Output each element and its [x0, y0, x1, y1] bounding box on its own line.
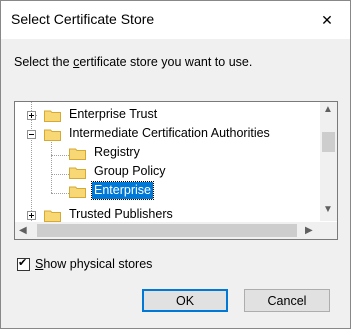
instruction-text-part2: ertificate store you want to use.	[79, 55, 253, 69]
tree-item-group-policy[interactable]: Group Policy	[15, 163, 315, 182]
folder-icon	[69, 148, 86, 160]
title-bar: Select Certificate Store ✕	[1, 1, 350, 39]
expand-icon[interactable]	[27, 211, 36, 220]
dialog-window: Select Certificate Store ✕ Select the ce…	[0, 0, 351, 329]
checkmark-icon: ✔	[18, 257, 28, 269]
vertical-scrollbar[interactable]: ▲ ▼	[320, 102, 337, 221]
ok-button[interactable]: OK	[142, 289, 228, 312]
ok-button-label: OK	[175, 293, 195, 308]
scrollbar-corner	[320, 222, 337, 239]
instruction-text: Select the certificate store you want to…	[14, 55, 252, 69]
show-physical-stores-checkbox[interactable]: ✔	[17, 257, 30, 271]
close-icon: ✕	[321, 11, 333, 28]
tree-item-enterprise[interactable]: Enterprise	[15, 181, 315, 201]
tree-item-label: Enterprise Trust	[69, 107, 158, 121]
tree-item-enterprise-trust[interactable]: Enterprise Trust	[15, 106, 315, 125]
tree-item-label-selected: Enterprise	[91, 181, 154, 200]
folder-icon	[44, 210, 61, 222]
instruction-text-part1: Select the	[14, 55, 74, 69]
tree-item-label: Intermediate Certification Authorities	[69, 126, 270, 140]
scroll-down-arrow-icon[interactable]: ▼	[323, 204, 333, 215]
cancel-button[interactable]: Cancel	[244, 289, 330, 312]
folder-icon	[44, 110, 61, 122]
tree-item-registry[interactable]: Registry	[15, 144, 315, 163]
scroll-right-arrow-icon[interactable]: ▶	[305, 225, 313, 236]
tree-item-label: Trusted Publishers	[69, 207, 173, 221]
tree-item-intermediate-ca[interactable]: Intermediate Certification Authorities	[15, 125, 315, 144]
folder-open-icon	[44, 129, 61, 141]
cancel-button-label: Cancel	[267, 293, 307, 308]
certificate-store-tree[interactable]: Enterprise Trust Intermediate Certificat…	[14, 101, 338, 240]
expand-icon[interactable]	[27, 111, 36, 120]
tree-item-label: Registry	[94, 145, 140, 159]
scroll-left-arrow-icon[interactable]: ◀	[19, 225, 27, 236]
show-physical-stores-label[interactable]: Show physical stores	[35, 257, 152, 271]
folder-icon	[69, 167, 86, 179]
close-button[interactable]: ✕	[304, 1, 350, 39]
window-title: Select Certificate Store	[11, 11, 155, 27]
vertical-scroll-thumb[interactable]	[322, 132, 335, 152]
tree-item-label: Group Policy	[94, 164, 166, 178]
folder-icon	[69, 186, 86, 198]
horizontal-scrollbar[interactable]: ◀ ▶	[15, 222, 320, 239]
horizontal-scroll-thumb[interactable]	[37, 224, 297, 237]
checkbox-label-text: how physical stores	[43, 257, 153, 271]
collapse-icon[interactable]	[27, 130, 36, 139]
scroll-up-arrow-icon[interactable]: ▲	[323, 104, 333, 115]
